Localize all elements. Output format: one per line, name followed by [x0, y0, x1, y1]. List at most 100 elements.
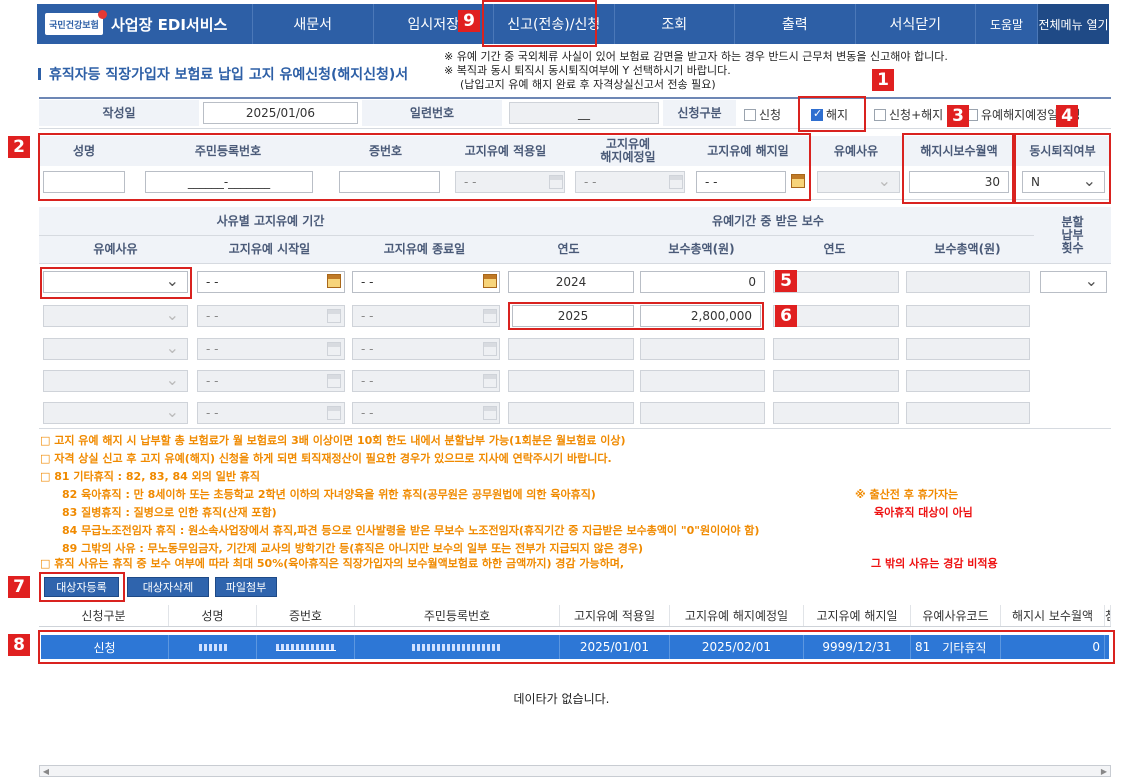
calendar-icon — [327, 342, 341, 356]
info-line: □ 휴직 사유는 휴직 중 보수 여부에 따라 최대 50%(육아휴직은 직장가… — [40, 557, 625, 570]
date-label: 작성일 — [39, 100, 199, 126]
annotation-badge-3: 3 — [947, 105, 969, 127]
calendar-icon[interactable] — [327, 274, 341, 288]
calendar-icon — [327, 309, 341, 323]
amount-input — [640, 338, 765, 360]
amount-input-2 — [906, 338, 1030, 360]
calendar-icon — [483, 309, 497, 323]
horizontal-scrollbar[interactable]: ◀ ▶ — [39, 765, 1111, 777]
year-input-2 — [773, 370, 899, 392]
info-line: □ 자격 상실 신고 후 고지 유예(해지) 신청을 하게 되면 퇴직재정산이 … — [40, 452, 612, 465]
amount-input-2 — [906, 370, 1030, 392]
grid-col-monthly-pay: 해지시 보수월액 — [1001, 605, 1105, 626]
annotation-badge-8: 8 — [8, 634, 30, 656]
option-apply-release[interactable]: 신청+해지 — [874, 106, 943, 123]
period-reason-select — [43, 402, 188, 424]
annotation-box-1b — [40, 267, 192, 299]
end-date-input[interactable]: - - — [352, 271, 500, 293]
date-field[interactable]: 2025/01/06 — [203, 102, 358, 124]
col-installment: 분할 납부 횟수 — [1034, 207, 1111, 263]
end-date-input: - - — [352, 305, 500, 327]
group-period: 사유별 고지유예 기간 — [39, 207, 502, 235]
annotation-badge-6: 6 — [775, 305, 797, 327]
calendar-icon[interactable] — [483, 274, 497, 288]
checkbox-icon[interactable] — [874, 109, 886, 121]
annotation-badge-4: 4 — [1056, 105, 1078, 127]
annotation-box-2 — [38, 133, 811, 201]
start-date-input: - - — [197, 402, 345, 424]
menu-new-document[interactable]: 새문서 — [252, 4, 373, 44]
info-line: □ 고지 유예 해지 시 납부할 총 보험료가 월 보험료의 3배 이상이면 1… — [40, 434, 626, 447]
amount-input-2 — [906, 271, 1030, 293]
grid-header: 신청구분 성명 증번호 주민등록번호 고지유예 적용일 고지유예 해지예정일 고… — [39, 605, 1111, 627]
page-title: 휴직자등 직장가입자 보험료 납입 고지 유예신청(해지신청)서 — [38, 64, 408, 84]
annotation-box-1 — [798, 96, 866, 132]
grid-col-type: 신청구분 — [39, 605, 169, 626]
calendar-icon — [327, 374, 341, 388]
annotation-badge-2: 2 — [8, 136, 30, 158]
year-input — [508, 402, 634, 424]
annotation-box-9 — [482, 0, 597, 47]
menu-help[interactable]: 도움말 — [975, 4, 1037, 44]
col-amount-2: 보수총액(원) — [901, 236, 1034, 263]
grid-col-name: 성명 — [169, 605, 257, 626]
annotation-box-7 — [39, 572, 125, 602]
menu-open-all[interactable]: 전체메뉴 열기 — [1037, 4, 1109, 44]
grid-col-release-date: 고지유예 해지일 — [804, 605, 911, 626]
menu-inquiry[interactable]: 조회 — [613, 4, 735, 44]
col-period-reason: 유예사유 — [39, 236, 192, 263]
option-apply[interactable]: 신청 — [744, 106, 781, 123]
annotation-badge-9: 9 — [458, 10, 480, 32]
start-date-input[interactable]: - - — [197, 271, 345, 293]
serial-field: __ — [509, 102, 659, 124]
amount-input-2 — [906, 305, 1030, 327]
info-line: 82 육아휴직 : 만 8세이하 또는 초등학교 2학년 이하의 자녀양육을 위… — [62, 488, 596, 501]
col-start-date: 고지유예 시작일 — [192, 236, 347, 263]
col-year-1: 연도 — [502, 236, 635, 263]
attach-file-button[interactable]: 파일첨부 — [215, 577, 277, 597]
scroll-right-icon[interactable]: ▶ — [1098, 766, 1110, 776]
annotation-badge-7: 7 — [8, 576, 30, 598]
grid-col-card-no: 증번호 — [257, 605, 355, 626]
year-input — [508, 370, 634, 392]
app-title: 사업장 EDI서비스 — [111, 15, 228, 34]
type-label: 신청구분 — [663, 100, 736, 126]
annotation-badge-5: 5 — [775, 270, 797, 292]
col-year-2: 연도 — [768, 236, 901, 263]
annotation-box-6 — [508, 302, 764, 330]
grid-col-attach: 첨부 — [1105, 605, 1111, 626]
start-date-input: - - — [197, 338, 345, 360]
start-date-input: - - — [197, 370, 345, 392]
amount-input[interactable]: 0 — [640, 271, 765, 293]
divider — [39, 97, 1111, 99]
year-input-2 — [773, 338, 899, 360]
year-input — [508, 338, 634, 360]
annotation-box-8 — [38, 630, 1115, 664]
year-input[interactable]: 2024 — [508, 271, 634, 293]
grid-col-reason-code: 유예사유코드 — [911, 605, 1001, 626]
amount-input-2 — [906, 402, 1030, 424]
annotation-box-3 — [902, 133, 1014, 204]
menu-close-form[interactable]: 서식닫기 — [854, 4, 976, 44]
info-line: 89 그밖의 사유 : 무노동무임금자, 기간제 교사의 방학기간 등(휴직은 … — [62, 542, 643, 555]
calendar-icon — [327, 406, 341, 420]
scroll-left-icon[interactable]: ◀ — [40, 766, 52, 776]
grid-col-rrn: 주민등록번호 — [355, 605, 560, 626]
logo: 국민건강보험 사업장 EDI서비스 — [37, 4, 252, 44]
col-end-date: 고지유예 종료일 — [347, 236, 502, 263]
installment-select[interactable] — [1040, 271, 1107, 293]
checkbox-icon[interactable] — [744, 109, 756, 121]
delete-target-button[interactable]: 대상자삭제 — [127, 577, 209, 597]
group-pay: 유예기간 중 받은 보수 — [502, 207, 1034, 235]
period-reason-select — [43, 370, 188, 392]
period-reason-select — [43, 338, 188, 360]
serial-label: 일련번호 — [362, 100, 502, 126]
info-line: □ 81 기타휴직 : 82, 83, 84 외의 일반 휴직 — [40, 470, 261, 483]
info-note: ※ 출산전 후 휴가자는 — [855, 488, 959, 501]
info-line: 84 무급노조전임자 휴직 : 원소속사업장에서 휴직,파견 등으로 인사발령을… — [62, 524, 760, 537]
end-date-input: - - — [352, 402, 500, 424]
calendar-icon — [483, 374, 497, 388]
menu-print[interactable]: 출력 — [734, 4, 855, 44]
start-date-input: - - — [197, 305, 345, 327]
col-amount-1: 보수총액(원) — [635, 236, 768, 263]
